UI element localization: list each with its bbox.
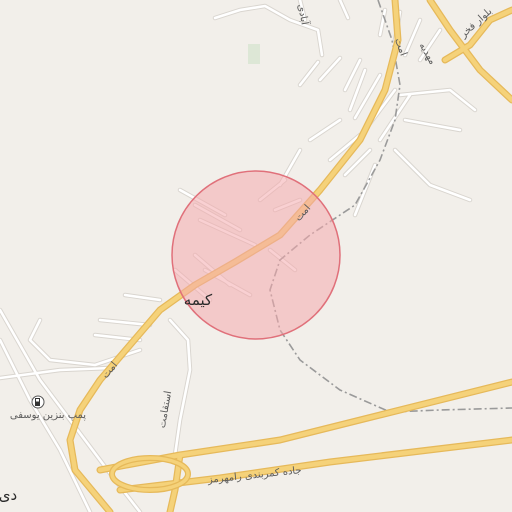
gas-station-label[interactable]: پمپ بنزین یوسفی [10,410,86,421]
town-label[interactable]: کیمه [184,291,213,309]
edge-town-label[interactable]: دی [0,486,17,504]
park-area [248,44,260,64]
map-canvas: کیمه پمپ بنزین یوسفی جاده کمربندی رامهرم… [0,0,512,512]
area-highlight-circle[interactable] [171,170,341,340]
map-view[interactable]: کیمه پمپ بنزین یوسفی جاده کمربندی رامهرم… [0,0,512,512]
fuel-pump-icon[interactable] [31,395,45,409]
